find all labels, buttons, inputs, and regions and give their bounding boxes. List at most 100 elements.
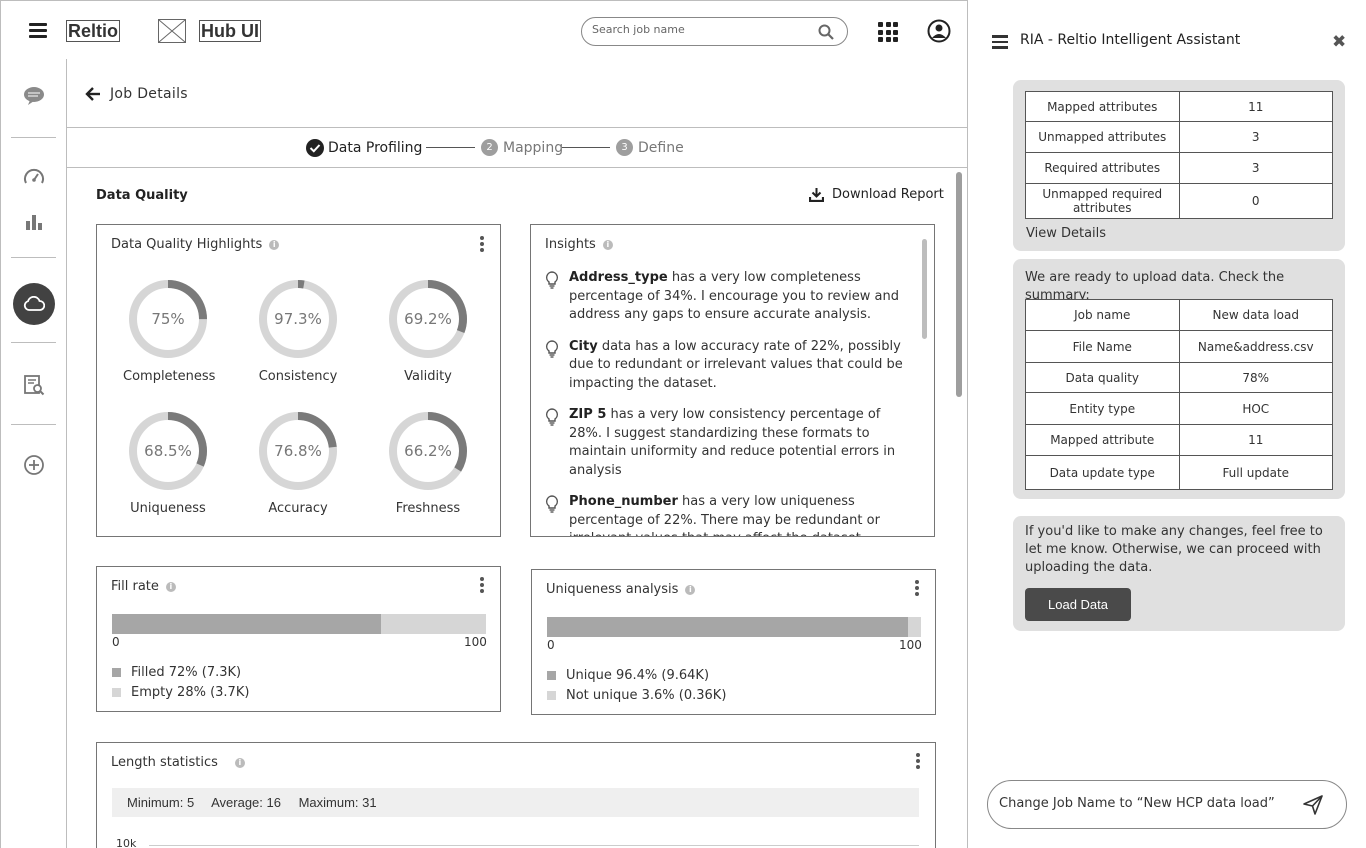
legend-filled: Filled 72% (7.3K) <box>112 665 241 680</box>
search-icon[interactable] <box>818 24 834 40</box>
info-icon[interactable]: i <box>234 757 245 768</box>
chat-bubble-summary: We are ready to upload data. Check the s… <box>1013 259 1345 499</box>
table-row: Mapped attributes 11 <box>1025 91 1333 122</box>
legend-label: Unique 96.4% (9.64K) <box>566 668 710 683</box>
load-data-button[interactable]: Load Data <box>1025 588 1131 621</box>
download-report-button[interactable]: Download Report <box>809 187 944 202</box>
chat-bubble-proceed: If you'd like to make any changes, feel … <box>1013 516 1345 631</box>
donut-label: Accuracy <box>268 501 328 516</box>
legend-label: Filled 72% (7.3K) <box>131 665 242 680</box>
insight-term: City <box>569 338 598 354</box>
search-input[interactable] <box>592 23 812 36</box>
download-label: Download Report <box>832 187 944 202</box>
table-cell: Mapped attributes <box>1025 91 1180 122</box>
donut-label: Consistency <box>258 369 338 384</box>
table-cell: HOC <box>1178 392 1333 425</box>
fill-rate-bar <box>112 614 486 634</box>
info-icon[interactable]: i <box>165 581 176 592</box>
table-cell: New data load <box>1178 299 1333 331</box>
send-icon[interactable] <box>1302 794 1324 816</box>
kebab-menu-icon[interactable] <box>915 753 921 771</box>
card-title: Uniqueness analysis i <box>546 582 696 597</box>
insight-term: Phone_number <box>569 494 678 509</box>
step-data-profiling[interactable]: Data Profiling <box>306 139 422 157</box>
axis-min: 0 <box>112 635 120 649</box>
info-icon[interactable]: i <box>685 584 696 595</box>
back-arrow-icon[interactable] <box>85 86 101 102</box>
insight-item: City data has a low accuracy rate of 22%… <box>545 338 915 394</box>
step-mapping[interactable]: 2 Mapping <box>481 139 563 156</box>
insight-term: Address_type <box>569 270 668 285</box>
card-title-text: Data Quality Highlights <box>111 237 263 252</box>
view-details-link[interactable]: View Details <box>1026 225 1106 243</box>
donut-value: 75% <box>151 310 184 328</box>
reltio-logo[interactable]: Reltio <box>66 20 121 42</box>
step-label: Define <box>638 139 684 156</box>
table-cell: Full update <box>1178 455 1333 490</box>
main-content: Job Details Data Profiling 2 Mapping 3 D… <box>67 59 967 848</box>
main-scrollbar[interactable] <box>956 172 962 397</box>
table-cell: Required attributes <box>1025 152 1180 184</box>
metric-validity: 69.2% Validity <box>383 279 473 384</box>
legend-unique: Unique 96.4% (9.64K) <box>547 668 709 683</box>
donut-value: 69.2% <box>404 310 452 328</box>
insight-item: Phone_number has a very low uniqueness p… <box>545 493 915 536</box>
insights-card: Insights i Address_type has a very low c… <box>530 224 935 537</box>
lightbulb-icon <box>545 408 559 426</box>
info-icon[interactable]: i <box>602 239 613 250</box>
check-circle-icon <box>306 139 324 157</box>
user-account-icon[interactable] <box>927 19 951 43</box>
table-row: Required attributes 3 <box>1025 152 1333 184</box>
add-circle-icon[interactable] <box>18 449 50 481</box>
top-header: Reltio Hub UI <box>0 0 967 60</box>
insights-scrollbar[interactable] <box>922 239 927 339</box>
ria-menu-icon[interactable] <box>992 35 1008 49</box>
table-cell: Unmapped attributes <box>1025 121 1180 153</box>
stat-average: Average: 16 <box>211 795 281 810</box>
step-define[interactable]: 3 Define <box>616 139 684 156</box>
table-cell: Data quality <box>1025 362 1180 393</box>
metric-accuracy: 76.8% Accuracy <box>253 411 343 516</box>
donut-value: 97.3% <box>274 310 322 328</box>
attributes-table: Mapped attributes 11 Unmapped attributes 3 R… <box>1025 91 1333 219</box>
step-connector <box>562 147 610 148</box>
table-row: Data quality 78% <box>1025 362 1333 393</box>
info-icon[interactable]: i <box>269 239 280 250</box>
card-title-text: Uniqueness analysis <box>546 582 679 597</box>
chat-icon[interactable] <box>18 80 50 112</box>
cloud-upload-icon[interactable] <box>13 283 55 325</box>
stat-minimum: Minimum: 5 <box>127 795 195 810</box>
kebab-menu-icon[interactable] <box>479 577 485 595</box>
kebab-menu-icon[interactable] <box>914 580 920 598</box>
card-title: Length statistics i <box>111 755 245 770</box>
bar-chart-icon[interactable] <box>18 206 50 238</box>
hamburger-menu-icon[interactable] <box>29 23 47 39</box>
stat-maximum: Maximum: 31 <box>298 795 377 810</box>
gridline <box>149 845 919 846</box>
search-box <box>581 17 848 46</box>
uniqueness-bar-filled <box>547 617 908 637</box>
legend-not-unique: Not unique 3.6% (0.36K) <box>547 688 726 703</box>
apps-grid-icon[interactable] <box>878 22 898 42</box>
legend-label: Not unique 3.6% (0.36K) <box>566 688 727 703</box>
donut-value: 66.2% <box>404 442 452 460</box>
table-row: Job name New data load <box>1025 299 1333 331</box>
step-number: 2 <box>481 139 498 156</box>
uniqueness-card: Uniqueness analysis i 0 100 Unique 96.4%… <box>531 569 936 715</box>
chat-bubble-attributes: Mapped attributes 11 Unmapped attributes 3 R… <box>1013 80 1345 251</box>
donut-label: Freshness <box>395 501 461 516</box>
donut-chart: 66.2% <box>389 412 467 490</box>
report-search-icon[interactable] <box>18 369 50 401</box>
card-title: Insights i <box>545 237 613 252</box>
table-cell: Entity type <box>1025 392 1180 425</box>
legend-empty: Empty 28% (3.7K) <box>112 685 249 700</box>
table-cell: 3 <box>1178 152 1333 184</box>
ria-title: RIA - Reltio Intelligent Assistant <box>1020 32 1241 48</box>
changes-text: If you'd like to make any changes, feel … <box>1025 524 1323 575</box>
kebab-menu-icon[interactable] <box>479 236 485 254</box>
chat-input[interactable] <box>999 796 1299 811</box>
table-cell: 11 <box>1178 424 1333 456</box>
table-cell: 78% <box>1178 362 1333 393</box>
close-icon[interactable]: ✖ <box>1332 32 1346 52</box>
speedometer-icon[interactable] <box>18 161 50 193</box>
